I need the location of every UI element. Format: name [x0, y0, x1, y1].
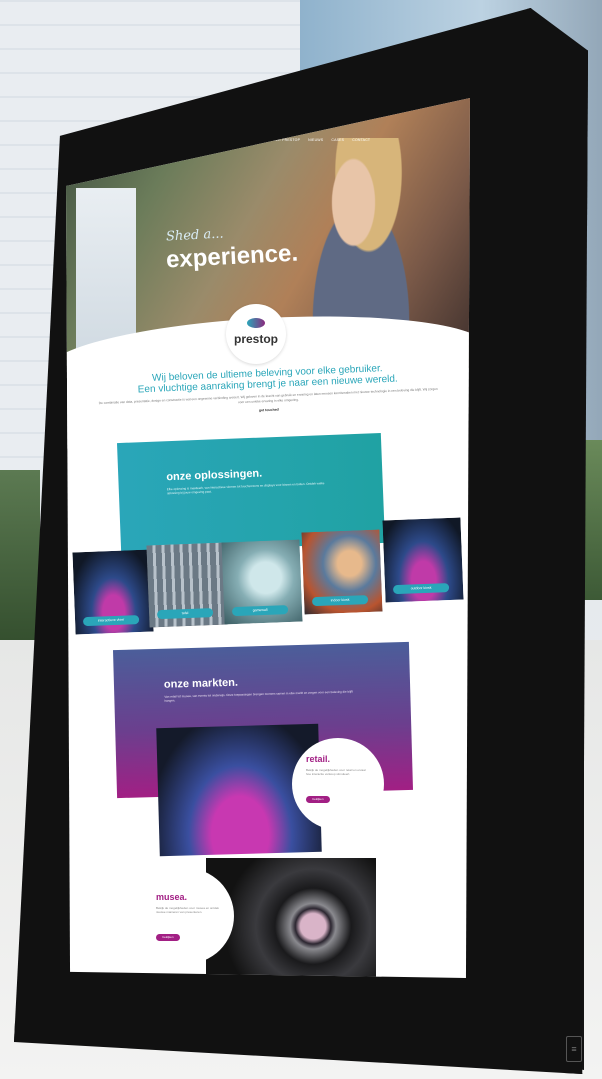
solution-card-gamewall[interactable]: gamewall — [221, 539, 303, 625]
kiosk-screen: OPLOSSINGEN MARKTEN PRODUCTEN OVER PREST… — [66, 98, 470, 978]
solutions-body: Elke oplossing is maatwerk, van interact… — [166, 481, 325, 496]
solution-card-indoor-kiosk[interactable]: indoor kiosk — [301, 529, 383, 615]
prestop-logo-text: prestop — [233, 332, 278, 346]
kiosk-brand-logo: ≡ — [566, 1036, 582, 1062]
hero-tagline: Shed a... — [165, 226, 224, 245]
solution-card-interactive-floor[interactable]: interactieve vloer — [72, 549, 154, 635]
solution-card-table[interactable]: tafel — [146, 542, 228, 628]
markets-title: onze markten. — [163, 676, 239, 691]
solution-card-outdoor-kiosk[interactable]: outdoor kiosk — [382, 517, 464, 603]
background-plants-left — [0, 470, 40, 640]
solutions-title: onze oplossingen. — [166, 467, 263, 484]
musea-title: musea. — [156, 892, 188, 902]
retail-body: Bekijk de mogelijkheden voor retail en e… — [306, 768, 366, 776]
markets-body: Van retail tot musea, van events tot ond… — [164, 689, 353, 703]
nav-item-contact[interactable]: CONTACT — [352, 138, 370, 142]
prestop-logo-mark-icon — [247, 318, 265, 328]
musea-info-circle — [138, 868, 234, 964]
nav-item-cases[interactable]: CASES — [331, 138, 344, 142]
musea-body: Bekijk de mogelijkheden voor musea en on… — [156, 906, 219, 914]
prestop-logo[interactable]: prestop — [226, 304, 286, 364]
hero-title: experience. — [165, 239, 299, 274]
musea-button[interactable]: bekijken — [156, 934, 180, 941]
retail-info-circle — [292, 738, 384, 830]
nav-item-nieuws[interactable]: NIEUWS — [308, 138, 323, 142]
retail-button[interactable]: bekijken — [306, 796, 330, 803]
retail-title: retail. — [306, 754, 331, 764]
